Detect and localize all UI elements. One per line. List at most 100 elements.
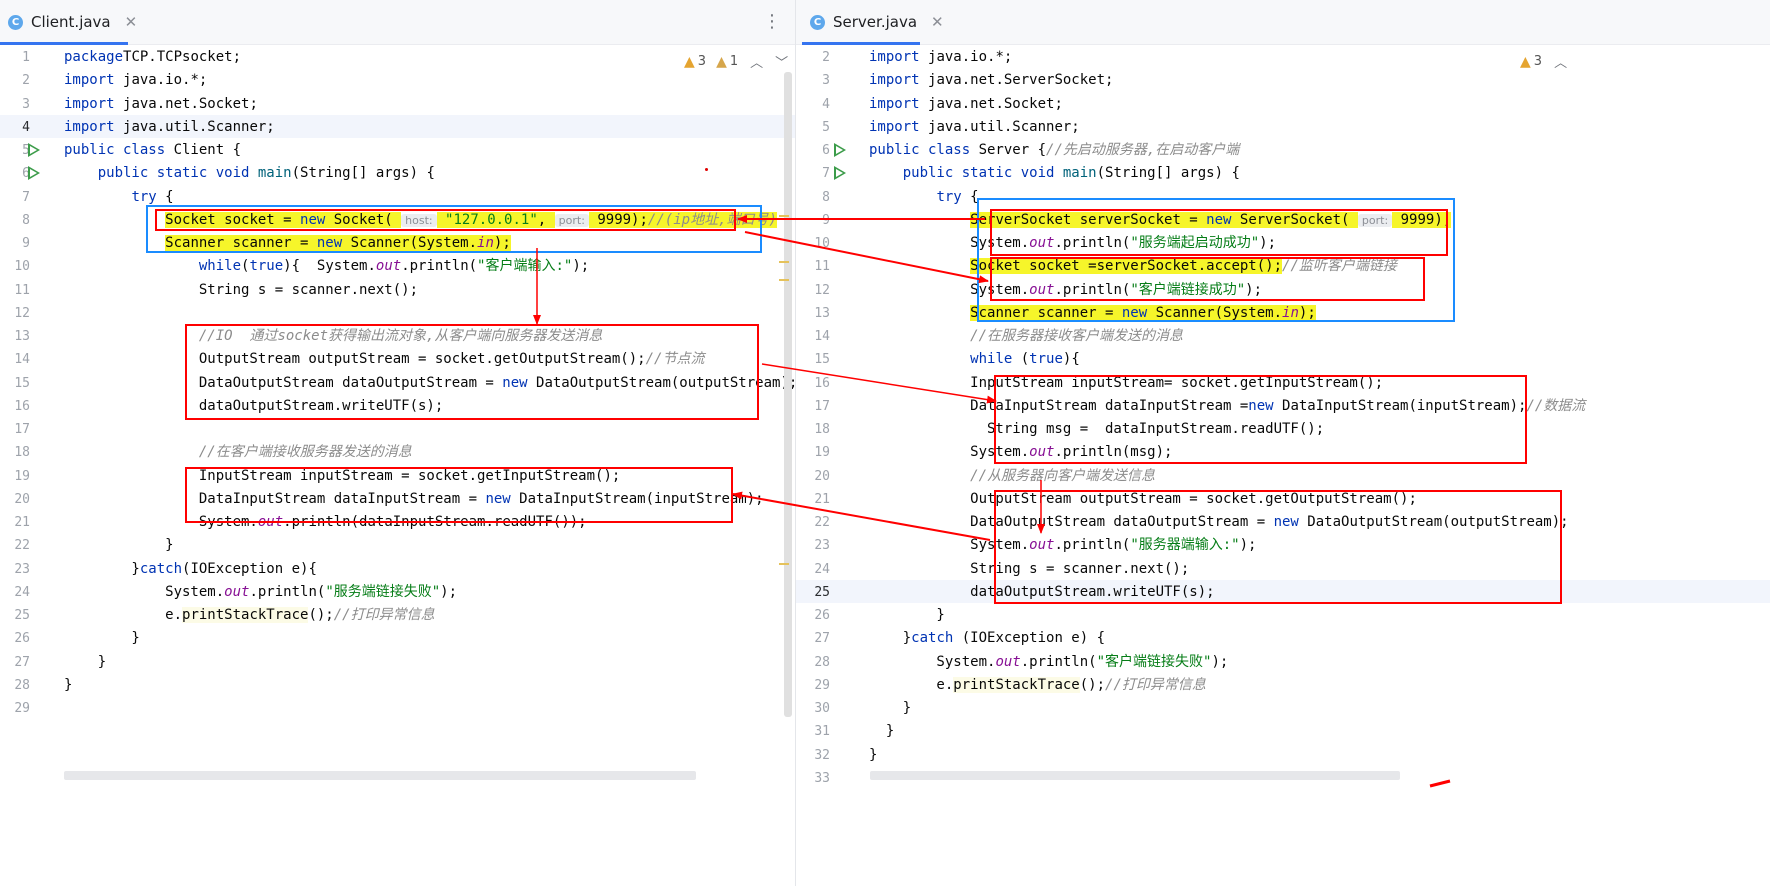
more-options-icon[interactable]: ⋮: [763, 11, 781, 32]
code-token: e.: [64, 607, 183, 623]
close-icon[interactable]: ✕: [931, 13, 944, 31]
code-text: packageTCP.TCPsocket;: [64, 46, 241, 69]
line-number: 11: [14, 282, 30, 298]
horizontal-scrollbar[interactable]: [64, 771, 696, 780]
code-token: main: [1062, 165, 1097, 182]
code-token: TCP.TCPsocket;: [123, 49, 242, 65]
line-number: 5: [822, 119, 830, 135]
code-token: }: [64, 676, 73, 693]
code-line[interactable]: 26 }: [0, 627, 795, 650]
code-token: public static void: [902, 165, 1063, 182]
code-text: System.out.println("服务端链接失败");: [64, 581, 457, 604]
tab-server-java[interactable]: C Server.java ✕: [802, 0, 954, 45]
code-token: import: [64, 95, 124, 112]
code-line[interactable]: 29 e.printStackTrace();//打印异常信息: [796, 674, 1770, 697]
code-line[interactable]: 30 }: [796, 697, 1770, 720]
code-line[interactable]: 17: [0, 418, 795, 441]
code-line[interactable]: 7 public static void main(String[] args)…: [796, 162, 1770, 185]
tab-client-java[interactable]: C Client.java ✕: [0, 0, 147, 45]
code-line[interactable]: 29: [0, 697, 795, 720]
code-text: public static void main(String[] args) {: [869, 162, 1240, 185]
line-number: 30: [814, 701, 830, 716]
code-text: import java.net.Socket;: [64, 93, 258, 116]
code-token: }: [64, 653, 107, 670]
line-number: 15: [814, 352, 830, 368]
code-line[interactable]: 12: [0, 302, 795, 325]
client-tab-bar: C Client.java ✕ ⋮: [0, 0, 795, 45]
code-token: //从服务器向客户端发送信息: [970, 467, 1156, 484]
line-number: 14: [814, 329, 830, 344]
code-token: ();: [308, 607, 334, 623]
line-number: 9: [822, 212, 830, 228]
code-line[interactable]: 5 import java.util.Scanner;: [796, 116, 1770, 139]
code-line[interactable]: 1 packageTCP.TCPsocket;: [0, 46, 795, 69]
code-line[interactable]: 2 import java.io.*;: [0, 69, 795, 92]
code-line[interactable]: 31 }: [796, 720, 1770, 743]
code-token: (String[] args) {: [291, 165, 435, 182]
server-serversocket-box: [990, 209, 1448, 256]
code-token: java.net.Socket;: [928, 95, 1063, 112]
code-line[interactable]: 5 public class Client {: [0, 139, 795, 162]
code-line[interactable]: 26 }: [796, 604, 1770, 627]
server-output-box: [994, 490, 1562, 604]
code-line[interactable]: 4 import java.net.Socket;: [796, 93, 1770, 116]
code-token: System.: [64, 583, 225, 600]
code-text: }catch(IOException e){: [64, 558, 316, 581]
code-token: import: [869, 118, 929, 135]
run-gutter-icon[interactable]: [834, 143, 846, 157]
run-gutter-icon[interactable]: [28, 166, 40, 180]
line-number: 16: [814, 375, 830, 391]
line-number: 2: [822, 50, 830, 65]
code-text: import java.io.*;: [64, 69, 207, 92]
code-line[interactable]: 11 String s = scanner.next();: [0, 279, 795, 302]
code-token: .println(: [401, 258, 478, 275]
code-token: ){ System.: [283, 258, 376, 275]
run-gutter-icon[interactable]: [834, 166, 846, 180]
code-line[interactable]: 23 }catch(IOException e){: [0, 558, 795, 581]
client-editor-pane: C Client.java ✕ ⋮ ▲ 3 ▲ 1 ︿ ﹀ 1 packageTCP.…: [0, 0, 795, 886]
code-token: try: [131, 188, 166, 205]
code-text: }catch (IOException e) {: [869, 627, 1105, 650]
code-line[interactable]: 28}: [0, 674, 795, 697]
code-line[interactable]: 14 //在服务器接收客户端发送的消息: [796, 325, 1770, 348]
code-line[interactable]: 22 }: [0, 534, 795, 557]
line-number: 17: [14, 422, 30, 437]
code-token: java.util.Scanner;: [928, 118, 1080, 135]
code-line[interactable]: 24 System.out.println("服务端链接失败");: [0, 581, 795, 604]
close-icon[interactable]: ✕: [125, 13, 138, 31]
code-token: import: [869, 72, 929, 89]
code-line[interactable]: 28 System.out.println("客户端链接失败");: [796, 651, 1770, 674]
code-line[interactable]: 6 public static void main(String[] args)…: [0, 162, 795, 185]
horizontal-scrollbar[interactable]: [870, 771, 1400, 780]
vertical-scrollbar[interactable]: [784, 72, 792, 717]
code-line[interactable]: 3 import java.net.Socket;: [0, 93, 795, 116]
line-number: 4: [22, 119, 30, 135]
code-token: .println(: [1020, 653, 1097, 670]
code-line[interactable]: 4 import java.util.Scanner;: [0, 116, 795, 139]
code-line[interactable]: 15 while (true){: [796, 348, 1770, 371]
code-line[interactable]: 6 public class Server {//先启动服务器,在启动客户端: [796, 139, 1770, 162]
line-number: 24: [14, 584, 30, 600]
line-number: 27: [814, 631, 830, 647]
code-line[interactable]: 25 e.printStackTrace();//打印异常信息: [0, 604, 795, 627]
code-line[interactable]: 3 import java.net.ServerSocket;: [796, 69, 1770, 92]
code-token: .println(: [249, 583, 326, 600]
line-number: 12: [814, 282, 830, 298]
code-line[interactable]: 18 //在客户端接收服务器发送的消息: [0, 441, 795, 464]
code-line[interactable]: 27 }: [0, 651, 795, 674]
code-token: e.: [869, 676, 954, 693]
code-line[interactable]: 2 import java.io.*;: [796, 46, 1770, 69]
code-line[interactable]: 20 //从服务器向客户端发送信息: [796, 465, 1770, 488]
client-socket-box: [155, 209, 736, 231]
code-line[interactable]: 27 }catch (IOException e) {: [796, 627, 1770, 650]
code-token: out: [995, 653, 1021, 670]
run-gutter-icon[interactable]: [28, 143, 40, 157]
code-text: System.out.println("客户端链接失败");: [869, 651, 1228, 674]
code-line[interactable]: 10 while(true){ System.out.println("客户端输…: [0, 255, 795, 278]
code-token: }: [64, 560, 140, 577]
code-token: public static void: [97, 165, 258, 182]
code-line[interactable]: 32}: [796, 744, 1770, 767]
code-token: "客户端输入:": [477, 258, 573, 275]
